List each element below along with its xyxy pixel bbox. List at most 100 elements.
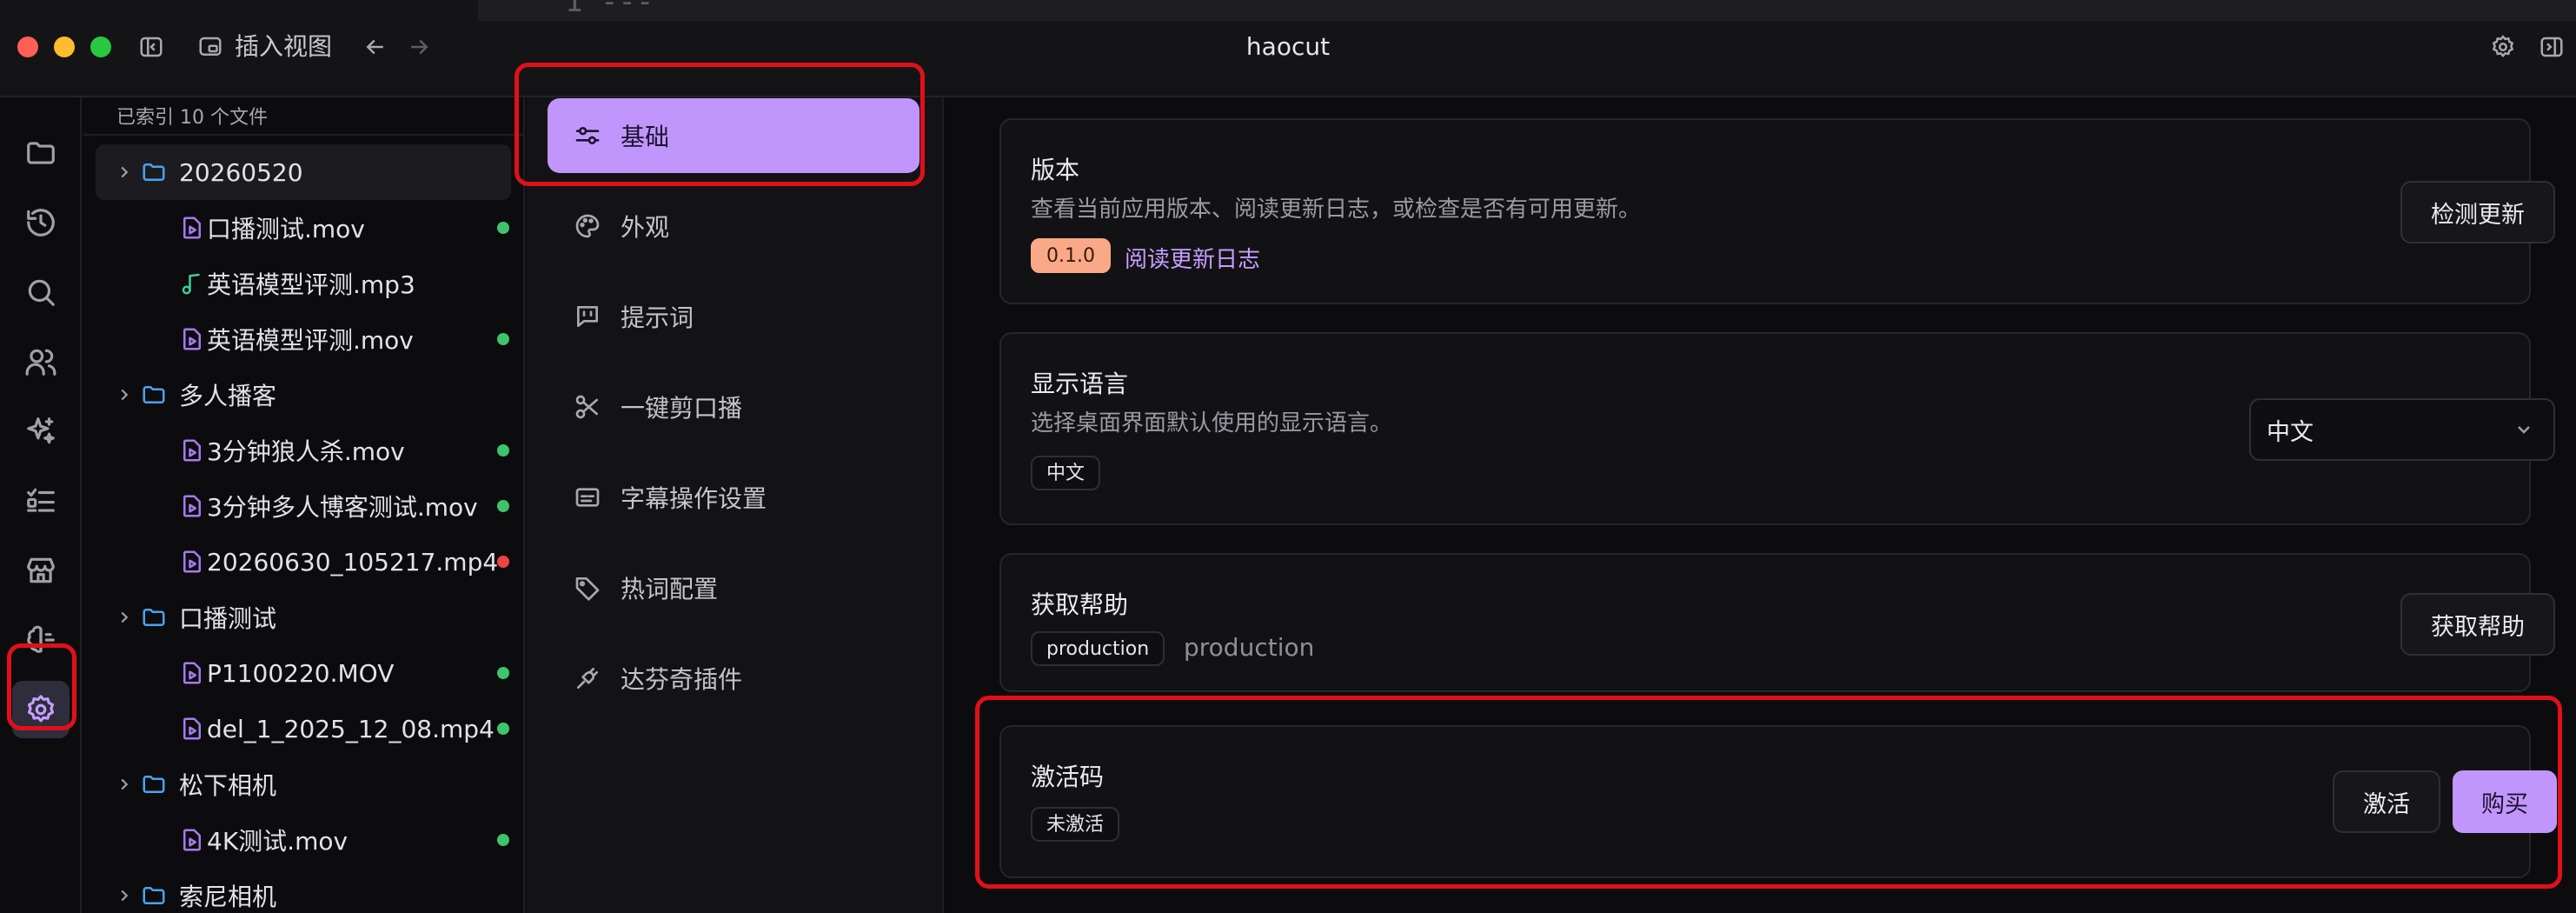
- card-description: 选择桌面界面默认使用的显示语言。: [1031, 410, 1393, 437]
- sparkles-icon[interactable]: [19, 410, 63, 453]
- folder-icon: [141, 771, 167, 797]
- tree-item-label: 4K测试.mov: [207, 827, 349, 856]
- folder-icon[interactable]: [19, 131, 63, 175]
- card-title: 显示语言: [1031, 370, 1129, 398]
- editor-peek-text: 1 ---: [565, 0, 654, 19]
- tag-icon: [575, 577, 600, 601]
- folder-icon: [141, 604, 167, 630]
- video-file-icon: [179, 326, 205, 352]
- chevron-down-icon: [2518, 426, 2530, 434]
- video-file-icon: [179, 549, 205, 575]
- tree-item-label: 英语模型评测.mp3: [207, 270, 415, 299]
- card-description: 查看当前应用版本、阅读更新日志，或检查是否有可用更新。: [1031, 197, 1642, 223]
- video-file-icon: [179, 716, 205, 742]
- select-value: 中文: [2267, 418, 2314, 446]
- tree-item-label: 英语模型评测.mov: [207, 326, 414, 355]
- chevron-right-icon[interactable]: [115, 608, 134, 627]
- index-status: 已索引 10 个文件: [83, 101, 523, 136]
- tree-folder[interactable]: 多人播客: [83, 367, 525, 423]
- window-title: haocut: [1245, 32, 1331, 61]
- nav-item-davinci-plugin[interactable]: 达芬奇插件: [548, 641, 920, 716]
- chevron-right-icon[interactable]: [115, 886, 134, 905]
- video-file-icon: [179, 493, 205, 519]
- chevron-right-icon[interactable]: [115, 163, 134, 182]
- nav-item-appearance[interactable]: 外观: [548, 189, 920, 263]
- file-tree: 20260520 口播测试.mov 英语模型评测.mp3 英语模型评测.mov 多人播客…: [83, 144, 525, 913]
- sync-status-dot: [497, 444, 509, 456]
- users-icon[interactable]: [19, 340, 63, 383]
- nav-label: 字幕操作设置: [621, 484, 767, 513]
- tree-folder[interactable]: 口播测试: [83, 590, 525, 645]
- sync-status-dot: [497, 723, 509, 735]
- card-title: 获取帮助: [1031, 590, 1129, 619]
- tree-item-label: 3分钟狼人杀.mov: [207, 437, 405, 466]
- tree-folder[interactable]: 松下相机: [83, 756, 525, 812]
- nav-item-hotwords[interactable]: 热词配置: [548, 550, 920, 625]
- nav-label: 基础: [621, 123, 670, 151]
- nav-item-prompts[interactable]: 提示词: [548, 279, 920, 354]
- nav-item-basic[interactable]: 基础: [548, 98, 920, 173]
- buy-button[interactable]: 购买: [2453, 770, 2557, 833]
- tree-file[interactable]: 20260630_105217.mp4: [83, 534, 525, 590]
- tree-file[interactable]: 口播测试.mov: [83, 200, 525, 256]
- video-file-icon: [179, 215, 205, 241]
- nav-label: 一键剪口播: [621, 394, 743, 423]
- palette-icon: [575, 214, 600, 238]
- tree-item-label: 3分钟多人博客测试.mov: [207, 493, 478, 522]
- history-icon[interactable]: [19, 201, 63, 244]
- chevron-right-icon[interactable]: [115, 385, 134, 404]
- tree-item-label: 口播测试.mov: [207, 215, 365, 243]
- sync-status-dot: [497, 500, 509, 512]
- right-panel-toggle-icon[interactable]: [2534, 30, 2569, 64]
- sync-status-dot: [497, 222, 509, 234]
- language-select[interactable]: 中文: [2249, 398, 2555, 461]
- plug-icon: [577, 668, 598, 689]
- nav-item-subtitle-settings[interactable]: 字幕操作设置: [548, 460, 920, 535]
- tree-file[interactable]: del_1_2025_12_08.mp4: [83, 701, 525, 756]
- settings-gear-icon[interactable]: [12, 681, 70, 738]
- editor-peek: 1 ---: [478, 0, 2576, 21]
- card-title: 版本: [1031, 156, 1080, 184]
- tree-folder[interactable]: 20260520: [96, 144, 511, 200]
- tree-file[interactable]: 3分钟多人博客测试.mov: [83, 478, 525, 534]
- gear-icon[interactable]: [2486, 30, 2520, 64]
- scissors-icon: [575, 395, 598, 419]
- nav-item-one-click-cut[interactable]: 一键剪口播: [548, 370, 920, 444]
- tree-item-label: 索尼相机: [179, 883, 277, 911]
- version-card: 版本 查看当前应用版本、阅读更新日志，或检查是否有可用更新。 0.1.0 阅读更…: [999, 118, 2555, 304]
- tree-file[interactable]: 3分钟狼人杀.mov: [83, 423, 525, 478]
- video-file-icon: [179, 437, 205, 463]
- activation-status-tag: 未激活: [1031, 807, 1120, 842]
- language-tag: 中文: [1031, 456, 1101, 490]
- tree-item-label: del_1_2025_12_08.mp4: [207, 714, 495, 743]
- get-help-button[interactable]: 获取帮助: [2400, 593, 2555, 656]
- search-icon[interactable]: [19, 270, 63, 314]
- tree-item-label: 口播测试: [179, 604, 277, 633]
- checklist-icon[interactable]: [19, 479, 63, 523]
- activate-button[interactable]: 激活: [2333, 770, 2440, 833]
- tree-file[interactable]: P1100220.MOV: [83, 645, 525, 701]
- changelog-link[interactable]: 阅读更新日志: [1125, 242, 1260, 274]
- tree-folder[interactable]: 索尼相机: [83, 868, 525, 913]
- music-note-icon: [179, 270, 205, 297]
- nav-label: 达芬奇插件: [621, 665, 743, 694]
- language-card: 显示语言 选择桌面界面默认使用的显示语言。 中文 中文: [999, 332, 2555, 525]
- check-update-button[interactable]: 检测更新: [2400, 181, 2555, 243]
- folder-icon: [141, 159, 167, 185]
- store-icon[interactable]: [19, 549, 63, 592]
- chevron-right-icon[interactable]: [115, 775, 134, 794]
- nav-label: 提示词: [621, 303, 694, 332]
- tree-file[interactable]: 英语模型评测.mp3: [83, 256, 525, 311]
- tree-item-label: 20260630_105217.mp4: [207, 547, 499, 576]
- card-title: 激活码: [1031, 763, 1105, 791]
- folder-icon: [141, 883, 167, 909]
- brain-icon[interactable]: [19, 618, 63, 662]
- file-explorer: 已索引 10 个文件 20260520 口播测试.mov 英语模型评测.mp3 英语模…: [83, 97, 525, 913]
- sliders-icon: [575, 127, 600, 144]
- tree-item-label: 20260520: [179, 157, 303, 187]
- video-file-icon: [179, 827, 205, 853]
- nav-label: 外观: [621, 213, 670, 242]
- tree-file[interactable]: 4K测试.mov: [83, 812, 525, 868]
- tree-file[interactable]: 英语模型评测.mov: [83, 311, 525, 367]
- environment-text: production: [1184, 633, 1315, 662]
